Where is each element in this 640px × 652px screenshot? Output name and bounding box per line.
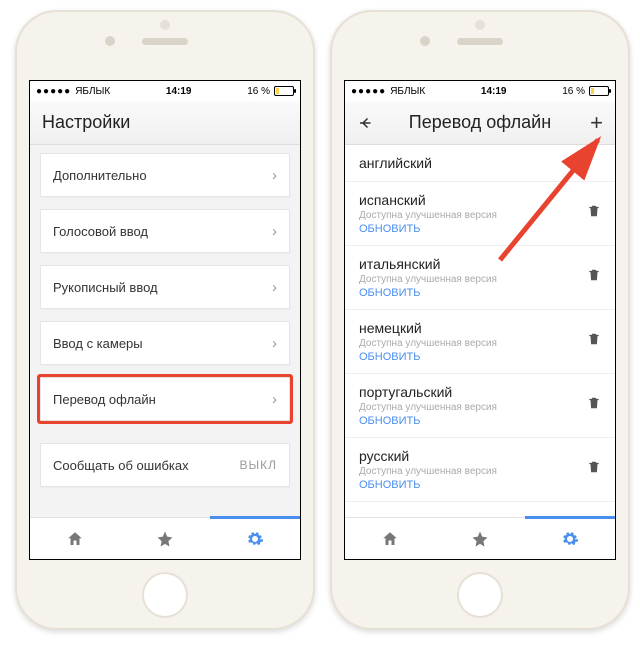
lang-name: английский	[359, 155, 601, 171]
chevron-right-icon: ›	[272, 223, 277, 240]
settings-item-offline[interactable]: Перевод офлайн ›	[40, 377, 290, 421]
list-item[interactable]: немецкий Доступна улучшенная версия ОБНО…	[345, 310, 615, 374]
trash-icon	[587, 267, 601, 283]
battery-pct: 16 %	[247, 86, 270, 97]
update-link[interactable]: ОБНОВИТЬ	[359, 287, 587, 299]
chevron-right-icon: ›	[272, 335, 277, 352]
settings-item-voice[interactable]: Голосовой ввод ›	[40, 209, 290, 253]
chevron-right-icon: ›	[272, 391, 277, 408]
home-icon	[66, 530, 84, 548]
tab-settings[interactable]	[210, 530, 300, 548]
gear-icon	[561, 530, 579, 548]
tab-home[interactable]	[30, 530, 120, 548]
lang-sub: Доступна улучшенная версия	[359, 466, 587, 477]
battery-icon	[589, 86, 609, 96]
delete-button[interactable]	[587, 203, 601, 224]
tab-favorites[interactable]	[120, 530, 210, 548]
header-bar: Перевод офлайн +	[345, 101, 615, 145]
list-item[interactable]: испанский Доступна улучшенная версия ОБН…	[345, 182, 615, 246]
page-title: Перевод офлайн	[345, 112, 615, 133]
settings-item-report[interactable]: Сообщать об ошибках ВЫКЛ	[40, 443, 290, 487]
phone-left: ●●●●● ЯБЛЫК 14:19 16 % Настройки Дополни…	[15, 10, 315, 630]
delete-button[interactable]	[587, 459, 601, 480]
screen-settings: ●●●●● ЯБЛЫК 14:19 16 % Настройки Дополни…	[29, 80, 301, 560]
item-label: Дополнительно	[53, 168, 147, 183]
bottom-tabbar	[345, 517, 615, 559]
home-button[interactable]	[142, 572, 188, 618]
star-icon	[156, 530, 174, 548]
tab-favorites[interactable]	[435, 530, 525, 548]
update-link[interactable]: ОБНОВИТЬ	[359, 223, 587, 235]
chevron-right-icon: ›	[272, 167, 277, 184]
item-label: Перевод офлайн	[53, 392, 156, 407]
battery-icon	[274, 86, 294, 96]
lang-name: португальский	[359, 384, 587, 400]
update-link[interactable]: ОБНОВИТЬ	[359, 351, 587, 363]
trash-icon	[587, 203, 601, 219]
plus-icon: +	[590, 110, 603, 135]
item-label: Рукописный ввод	[53, 280, 158, 295]
header-bar: Настройки	[30, 101, 300, 145]
lang-sub: Доступна улучшенная версия	[359, 210, 587, 221]
status-bar: ●●●●● ЯБЛЫК 14:19 16 %	[345, 81, 615, 101]
lang-sub: Доступна улучшенная версия	[359, 338, 587, 349]
delete-button[interactable]	[587, 395, 601, 416]
carrier-label: ЯБЛЫК	[75, 86, 110, 97]
clock: 14:19	[110, 86, 247, 97]
carrier-label: ЯБЛЫК	[390, 86, 425, 97]
tab-settings[interactable]	[525, 530, 615, 548]
add-button[interactable]: +	[590, 112, 603, 134]
list-item[interactable]: итальянский Доступна улучшенная версия О…	[345, 246, 615, 310]
delete-button[interactable]	[587, 267, 601, 288]
update-link[interactable]: ОБНОВИТЬ	[359, 415, 587, 427]
language-list[interactable]: английский испанский Доступна улучшенная…	[345, 145, 615, 517]
lang-name: русский	[359, 448, 587, 464]
lang-sub: Доступна улучшенная версия	[359, 402, 587, 413]
item-label: Голосовой ввод	[53, 224, 148, 239]
clock: 14:19	[425, 86, 562, 97]
home-icon	[381, 530, 399, 548]
list-item[interactable]: английский	[345, 145, 615, 182]
delete-button[interactable]	[587, 331, 601, 352]
trash-icon	[587, 395, 601, 411]
gear-icon	[246, 530, 264, 548]
lang-name: итальянский	[359, 256, 587, 272]
screen-offline: ●●●●● ЯБЛЫК 14:19 16 % Перевод офлайн + …	[344, 80, 616, 560]
trash-icon	[587, 331, 601, 347]
battery-pct: 16 %	[562, 86, 585, 97]
status-bar: ●●●●● ЯБЛЫК 14:19 16 %	[30, 81, 300, 101]
item-label: Сообщать об ошибках	[53, 458, 189, 473]
home-button[interactable]	[457, 572, 503, 618]
settings-item-camera[interactable]: Ввод с камеры ›	[40, 321, 290, 365]
trash-icon	[587, 459, 601, 475]
lang-name: немецкий	[359, 320, 587, 336]
item-label: Ввод с камеры	[53, 336, 143, 351]
settings-list: Дополнительно › Голосовой ввод › Рукопис…	[30, 145, 300, 517]
phone-right: ●●●●● ЯБЛЫК 14:19 16 % Перевод офлайн + …	[330, 10, 630, 630]
toggle-state: ВЫКЛ	[240, 458, 278, 472]
bottom-tabbar	[30, 517, 300, 559]
lang-name: испанский	[359, 192, 587, 208]
chevron-right-icon: ›	[272, 279, 277, 296]
signal-icon: ●●●●●	[351, 86, 386, 97]
page-title: Настройки	[42, 112, 130, 133]
tab-home[interactable]	[345, 530, 435, 548]
list-item[interactable]: русский Доступна улучшенная версия ОБНОВ…	[345, 438, 615, 502]
list-item[interactable]: португальский Доступна улучшенная версия…	[345, 374, 615, 438]
star-icon	[471, 530, 489, 548]
active-tab-indicator	[210, 516, 300, 519]
update-link[interactable]: ОБНОВИТЬ	[359, 479, 587, 491]
settings-item-handwriting[interactable]: Рукописный ввод ›	[40, 265, 290, 309]
signal-icon: ●●●●●	[36, 86, 71, 97]
active-tab-indicator	[525, 516, 615, 519]
settings-item-advanced[interactable]: Дополнительно ›	[40, 153, 290, 197]
lang-sub: Доступна улучшенная версия	[359, 274, 587, 285]
